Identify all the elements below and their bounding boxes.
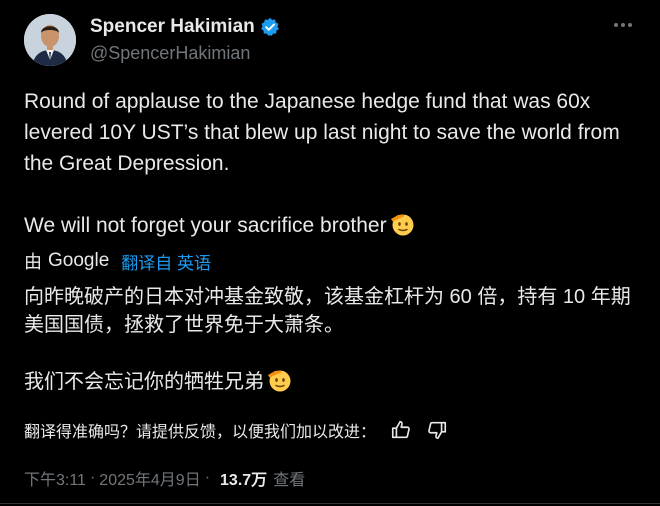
translated-paragraph: 向昨晚破产的日本对冲基金致敬，该基金杠杆为 60 倍，持有 10 年期美国国债，… <box>24 286 631 336</box>
tweet-paragraph-text: We will not forget your sacrifice brothe… <box>24 214 387 237</box>
verified-badge-icon[interactable] <box>260 17 280 37</box>
tweet-text: Round of applause to the Japanese hedge … <box>24 86 644 241</box>
views-count[interactable]: 13.7万 <box>220 466 267 490</box>
views-label: 查看 <box>273 472 306 489</box>
feedback-prompt: 翻译得准确吗？请提供反馈，以便我们加以改进： <box>24 424 377 441</box>
translated-by: 由 Google 翻译自 英语 <box>24 248 211 274</box>
meta-separator: · <box>204 469 211 486</box>
tweet-paragraph: Round of applause to the Japanese hedge … <box>24 90 620 175</box>
translated-from-link[interactable]: 翻译自 英语 <box>121 249 211 274</box>
tweet-meta: 下午3:11 · 2025年4月9日 · 13.7万 查看 <box>24 466 305 490</box>
thumbs-up-icon[interactable] <box>390 419 412 441</box>
thumbs-down-icon[interactable] <box>426 419 448 441</box>
translated-paragraph-text: 我们不会忘记你的牺牲兄弟 <box>24 371 264 393</box>
meta-separator: · <box>89 469 96 486</box>
tweet-paragraph: We will not forget your sacrifice brothe… <box>24 210 644 241</box>
google-logo: Google <box>48 250 110 271</box>
divider <box>0 503 660 504</box>
author-avatar[interactable] <box>24 14 76 66</box>
author-name-row: Spencer Hakimian <box>90 16 280 38</box>
author-display-name[interactable]: Spencer Hakimian <box>90 16 255 38</box>
author-handle[interactable]: @SpencerHakimian <box>90 43 250 64</box>
translated-paragraph: 我们不会忘记你的牺牲兄弟 <box>24 367 644 396</box>
more-options-icon[interactable] <box>608 12 638 38</box>
translation-feedback: 翻译得准确吗？请提供反馈，以便我们加以改进： <box>24 418 448 442</box>
translated-by-prefix: 由 <box>24 252 42 272</box>
translated-text: 向昨晚破产的日本对冲基金致敬，该基金杠杆为 60 倍，持有 10 年期美国国债，… <box>24 283 644 396</box>
tweet-time[interactable]: 下午3:11 <box>24 466 86 490</box>
saluting-face-emoji <box>389 211 415 237</box>
saluting-face-emoji <box>266 367 292 393</box>
tweet-date[interactable]: 2025年4月9日 <box>99 466 200 490</box>
